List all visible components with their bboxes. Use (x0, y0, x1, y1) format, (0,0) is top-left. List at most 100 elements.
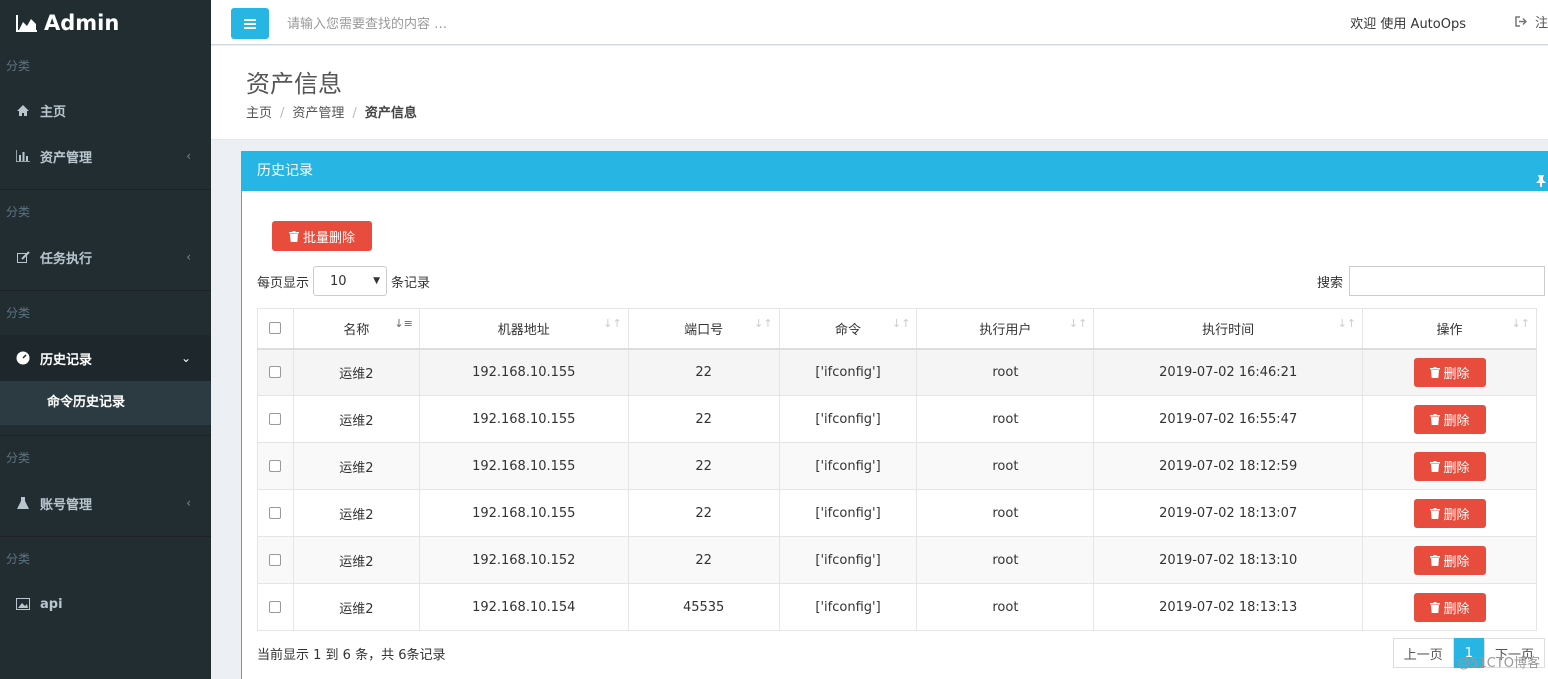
cell-port: 22 (627, 489, 780, 537)
logout-link[interactable]: 注 (1515, 12, 1548, 31)
delete-label: 删除 (1443, 507, 1470, 523)
cell-command: ['ifconfig'] (778, 395, 918, 443)
sidebar-item-api[interactable]: api (0, 581, 211, 627)
breadcrumb-current: 资产信息 (364, 106, 417, 121)
menu-icon (244, 18, 256, 29)
table-search: 搜索 (1317, 266, 1545, 296)
cell-name: 运维2 (292, 489, 420, 537)
sort-icon: ↓↑ (754, 317, 773, 330)
chevron-left-icon: ‹ (186, 250, 191, 264)
sidebar-subitem-command-history[interactable]: 命令历史记录 (0, 381, 211, 425)
column-label: 操作 (1436, 322, 1463, 338)
global-search-input[interactable]: 请输入您需要查找的内容 … (287, 13, 447, 32)
column-header-time[interactable]: 执行时间 ↓↑ (1093, 308, 1364, 350)
cell-name: 运维2 (292, 536, 420, 584)
batch-delete-button[interactable]: 批量删除 (272, 221, 372, 251)
cell-name: 运维2 (292, 442, 420, 490)
select-all-cell[interactable] (257, 308, 294, 350)
row-checkbox[interactable] (269, 554, 282, 566)
top-header: 请输入您需要查找的内容 … 欢迎 使用 AutoOps 注 (211, 0, 1548, 45)
cell-port: 22 (627, 348, 780, 396)
batch-delete-label: 批量删除 (302, 230, 355, 246)
column-label: 端口号 (684, 322, 724, 338)
cell-action: 删除 (1362, 489, 1537, 537)
breadcrumb: 主页 / 资产管理 / 资产信息 (246, 102, 417, 121)
column-header-user[interactable]: 执行用户 ↓↑ (916, 308, 1095, 350)
cell-action: 删除 (1362, 536, 1537, 584)
row-checkbox[interactable] (269, 460, 282, 472)
page-length-select[interactable]: 10 ▼ (313, 266, 388, 296)
caret-down-icon: ▼ (373, 276, 381, 286)
row-checkbox[interactable] (269, 366, 282, 379)
sidebar-section-label: 分类 (6, 205, 31, 219)
column-header-ip[interactable]: 机器地址 ↓↑ (418, 308, 629, 350)
breadcrumb-home[interactable]: 主页 (246, 106, 272, 121)
sort-desc-icon: ↓≡ (394, 317, 413, 330)
sidebar-item-label: 任务执行 (40, 251, 93, 267)
delete-button[interactable]: 删除 (1413, 451, 1486, 481)
sidebar-item-assets[interactable]: 资产管理 ‹ (0, 133, 211, 179)
column-label: 命令 (835, 322, 862, 338)
delete-button[interactable]: 删除 (1413, 357, 1486, 387)
delete-button[interactable]: 删除 (1413, 592, 1486, 622)
select-all-checkbox[interactable] (269, 322, 282, 335)
chevron-left-icon: ‹ (186, 149, 191, 163)
delete-label: 删除 (1443, 554, 1470, 570)
table-search-input[interactable] (1349, 266, 1545, 296)
sidebar-section-label: 分类 (6, 451, 31, 465)
sidebar-item-label: api (40, 596, 63, 612)
sidebar-section-label: 分类 (6, 306, 31, 320)
sidebar-item-label: 主页 (40, 104, 67, 120)
sidebar-item-home[interactable]: 主页 (0, 87, 211, 133)
prev-page-button[interactable]: 上一页 (1392, 638, 1454, 668)
delete-label: 删除 (1443, 366, 1470, 382)
cell-time: 2019-07-02 18:13:07 (1093, 489, 1364, 537)
table-row: 运维2 192.168.10.152 22 ['ifconfig'] root … (257, 536, 1537, 584)
column-label: 名称 (343, 322, 370, 338)
sort-icon: ↓↑ (603, 317, 622, 330)
column-header-action[interactable]: 操作 ↓↑ (1362, 308, 1537, 350)
cell-ip: 192.168.10.155 (418, 395, 629, 443)
row-checkbox-cell[interactable] (257, 348, 294, 396)
sidebar-item-history[interactable]: 历史记录 ⌄ (0, 335, 211, 381)
cell-port: 22 (627, 395, 780, 443)
delete-button[interactable]: 删除 (1413, 545, 1486, 575)
dashboard-icon (16, 351, 30, 365)
column-header-command[interactable]: 命令 ↓↑ (778, 308, 918, 350)
row-checkbox[interactable] (269, 601, 282, 613)
sign-out-icon (1515, 16, 1527, 27)
cell-port: 22 (627, 536, 780, 584)
row-checkbox-cell[interactable] (257, 536, 294, 584)
history-table: 名称 ↓≡ 机器地址 ↓↑ 端口号 ↓↑ 命令 ↓↑ 执行用户 ↓↑ 执行时间 ↓↑ 操作 ↓… (257, 308, 1537, 631)
cell-name: 运维2 (292, 348, 420, 396)
breadcrumb-separator: / (352, 106, 357, 121)
row-checkbox-cell[interactable] (257, 442, 294, 490)
cell-command: ['ifconfig'] (778, 536, 918, 584)
row-checkbox-cell[interactable] (257, 489, 294, 537)
cell-ip: 192.168.10.152 (418, 536, 629, 584)
sidebar-item-accounts[interactable]: 账号管理 ‹ (0, 480, 211, 526)
trash-icon (1429, 507, 1440, 519)
breadcrumb-assets[interactable]: 资产管理 (292, 106, 344, 121)
cell-action: 删除 (1362, 442, 1537, 490)
delete-button[interactable]: 删除 (1413, 404, 1486, 434)
sort-icon: ↓↑ (1337, 317, 1357, 330)
column-header-port[interactable]: 端口号 ↓↑ (627, 308, 780, 350)
watermark: @51CTO博客 (1457, 656, 1540, 671)
column-header-name[interactable]: 名称 ↓≡ (292, 308, 420, 350)
row-checkbox[interactable] (269, 413, 282, 425)
cell-user: root (916, 442, 1095, 490)
row-checkbox-cell[interactable] (257, 395, 294, 443)
row-checkbox-cell[interactable] (257, 583, 294, 631)
cell-user: root (916, 536, 1095, 584)
cell-ip: 192.168.10.155 (418, 348, 629, 396)
row-checkbox[interactable] (269, 507, 282, 519)
logo[interactable]: Admin (0, 0, 211, 45)
table-header-row: 名称 ↓≡ 机器地址 ↓↑ 端口号 ↓↑ 命令 ↓↑ 执行用户 ↓↑ 执行时间 ↓↑ 操作 ↓… (257, 308, 1537, 350)
delete-button[interactable]: 删除 (1413, 498, 1486, 528)
pin-icon[interactable] (1536, 164, 1546, 202)
sidebar-toggle-button[interactable] (231, 8, 269, 39)
area-chart-icon (16, 14, 37, 32)
sidebar-item-tasks[interactable]: 任务执行 ‹ (0, 234, 211, 280)
trash-icon (1429, 460, 1440, 472)
